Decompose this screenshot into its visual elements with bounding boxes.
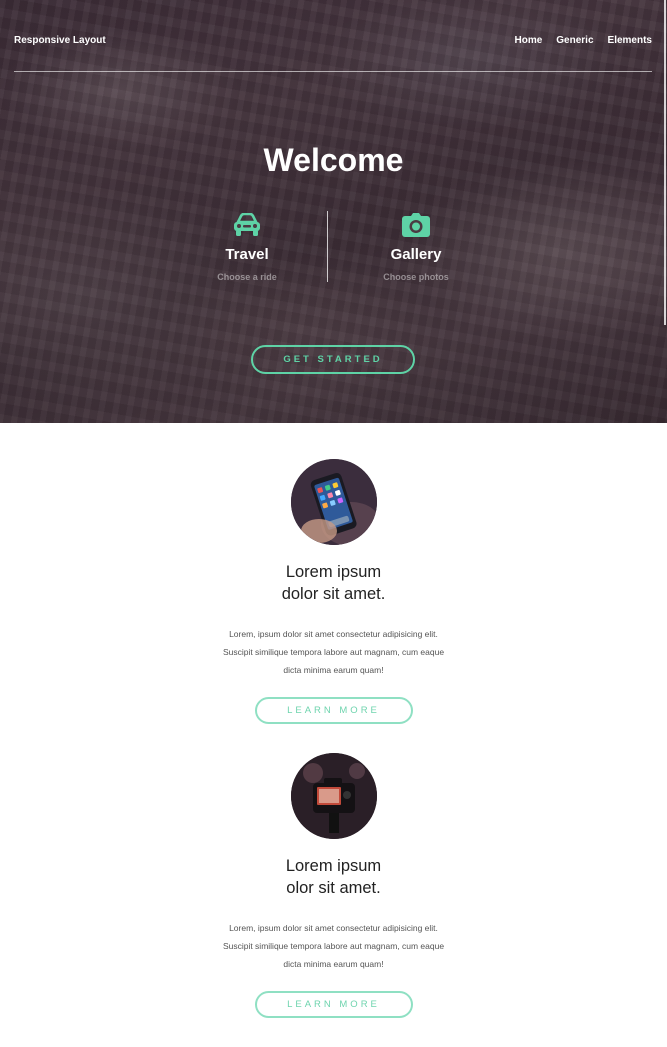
car-icon bbox=[187, 210, 307, 240]
card-text: Lorem, ipsum dolor sit amet consectetur … bbox=[222, 923, 445, 969]
feature-subtitle: Choose a ride bbox=[217, 272, 277, 282]
learn-more-button[interactable]: LEARN MORE bbox=[254, 697, 413, 724]
header-divider bbox=[14, 71, 652, 72]
feature-gallery: Gallery Choose photos bbox=[356, 210, 476, 282]
scrollbar[interactable] bbox=[664, 0, 666, 325]
main-nav: Home Generic Elements bbox=[514, 35, 652, 46]
card-title-line1: Lorem ipsum bbox=[285, 563, 382, 581]
site-brand[interactable]: Responsive Layout bbox=[14, 35, 106, 46]
content-card: Lorem ipsum olor sit amet. Lorem, ipsum … bbox=[0, 753, 667, 1018]
nav-generic[interactable]: Generic bbox=[556, 35, 593, 46]
card-text: Lorem, ipsum dolor sit amet consectetur … bbox=[222, 629, 445, 675]
nav-elements[interactable]: Elements bbox=[608, 35, 652, 46]
nav-home[interactable]: Home bbox=[514, 35, 542, 46]
camera-photo bbox=[290, 753, 377, 839]
feature-subtitle: Choose photos bbox=[383, 272, 449, 282]
learn-more-button[interactable]: LEARN MORE bbox=[254, 991, 413, 1018]
card-title-line2: dolor sit amet. bbox=[281, 585, 386, 603]
card-title-line1: Lorem ipsum bbox=[285, 857, 382, 875]
card-title: Lorem ipsum olor sit amet. bbox=[0, 855, 667, 899]
camera-icon bbox=[356, 210, 476, 240]
feature-divider bbox=[327, 211, 328, 282]
hero-title: Welcome bbox=[263, 142, 404, 178]
get-started-button[interactable]: GET STARTED bbox=[251, 345, 415, 374]
content-card: Lorem ipsum dolor sit amet. Lorem, ipsum… bbox=[0, 459, 667, 724]
feature-title: Travel bbox=[225, 246, 269, 263]
smartphone-photo bbox=[290, 459, 377, 545]
hero-section: Responsive Layout Home Generic Elements … bbox=[0, 0, 667, 423]
feature-title: Gallery bbox=[390, 246, 442, 263]
card-title: Lorem ipsum dolor sit amet. bbox=[0, 561, 667, 605]
feature-travel: Travel Choose a ride bbox=[187, 210, 307, 282]
card-title-line2: olor sit amet. bbox=[286, 879, 381, 897]
